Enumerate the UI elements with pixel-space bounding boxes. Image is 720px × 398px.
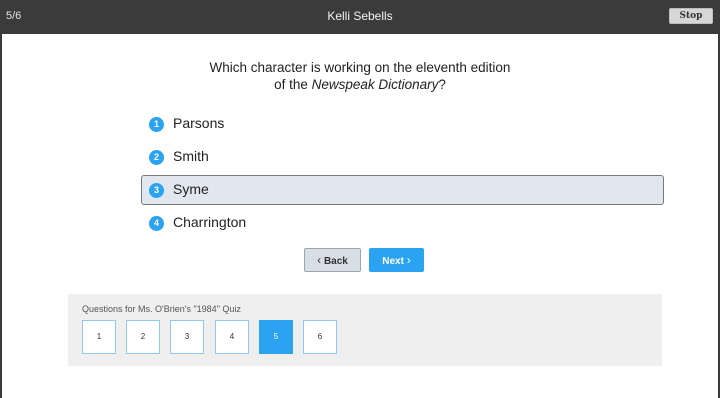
answer-option-3[interactable]: 3 Syme <box>141 175 664 205</box>
stop-button[interactable]: Stop <box>669 8 713 24</box>
question-line-2: of the Newspeak Dictionary? <box>0 76 720 93</box>
chevron-left-icon: ‹ <box>317 253 322 267</box>
quiz-title: Questions for Ms. O'Brien's "1984" Quiz <box>82 304 241 314</box>
question-number-4[interactable]: 4 <box>215 320 249 354</box>
option-number-badge: 4 <box>149 216 164 231</box>
answer-option-2[interactable]: 2 Smith <box>141 142 664 172</box>
question-line-2-suffix: ? <box>438 77 446 92</box>
question-number-3[interactable]: 3 <box>170 320 204 354</box>
option-label: Smith <box>173 148 209 164</box>
question-line-2-prefix: of the <box>274 77 312 92</box>
question-book-title: Newspeak Dictionary <box>311 77 439 92</box>
question-number-6[interactable]: 6 <box>303 320 337 354</box>
answer-option-4[interactable]: 4 Charrington <box>141 208 664 238</box>
next-button-label: Next <box>382 256 404 267</box>
question-text: Which character is working on the eleven… <box>0 59 720 93</box>
question-number-1[interactable]: 1 <box>82 320 116 354</box>
back-button[interactable]: ‹ Back <box>304 248 361 272</box>
navigation-buttons: ‹ Back Next › <box>0 248 720 272</box>
option-number-badge: 3 <box>149 183 164 198</box>
chevron-right-icon: › <box>406 253 411 267</box>
next-button[interactable]: Next › <box>369 248 424 272</box>
option-label: Parsons <box>173 115 225 131</box>
user-name: Kelli Sebells <box>327 9 393 23</box>
option-number-badge: 1 <box>149 117 164 132</box>
answer-option-1[interactable]: 1 Parsons <box>141 109 664 139</box>
option-number-badge: 2 <box>149 150 164 165</box>
question-navigator: Questions for Ms. O'Brien's "1984" Quiz … <box>68 294 662 366</box>
question-number-2[interactable]: 2 <box>126 320 160 354</box>
question-number-5[interactable]: 5 <box>259 320 293 354</box>
top-bar: 5/6 Kelli Sebells Stop <box>0 0 720 34</box>
question-line-1: Which character is working on the eleven… <box>209 60 511 75</box>
answer-options: 1 Parsons 2 Smith 3 Syme 4 Charrington <box>141 109 664 241</box>
option-label: Syme <box>173 181 209 197</box>
option-label: Charrington <box>173 214 247 230</box>
back-button-label: Back <box>323 256 348 267</box>
